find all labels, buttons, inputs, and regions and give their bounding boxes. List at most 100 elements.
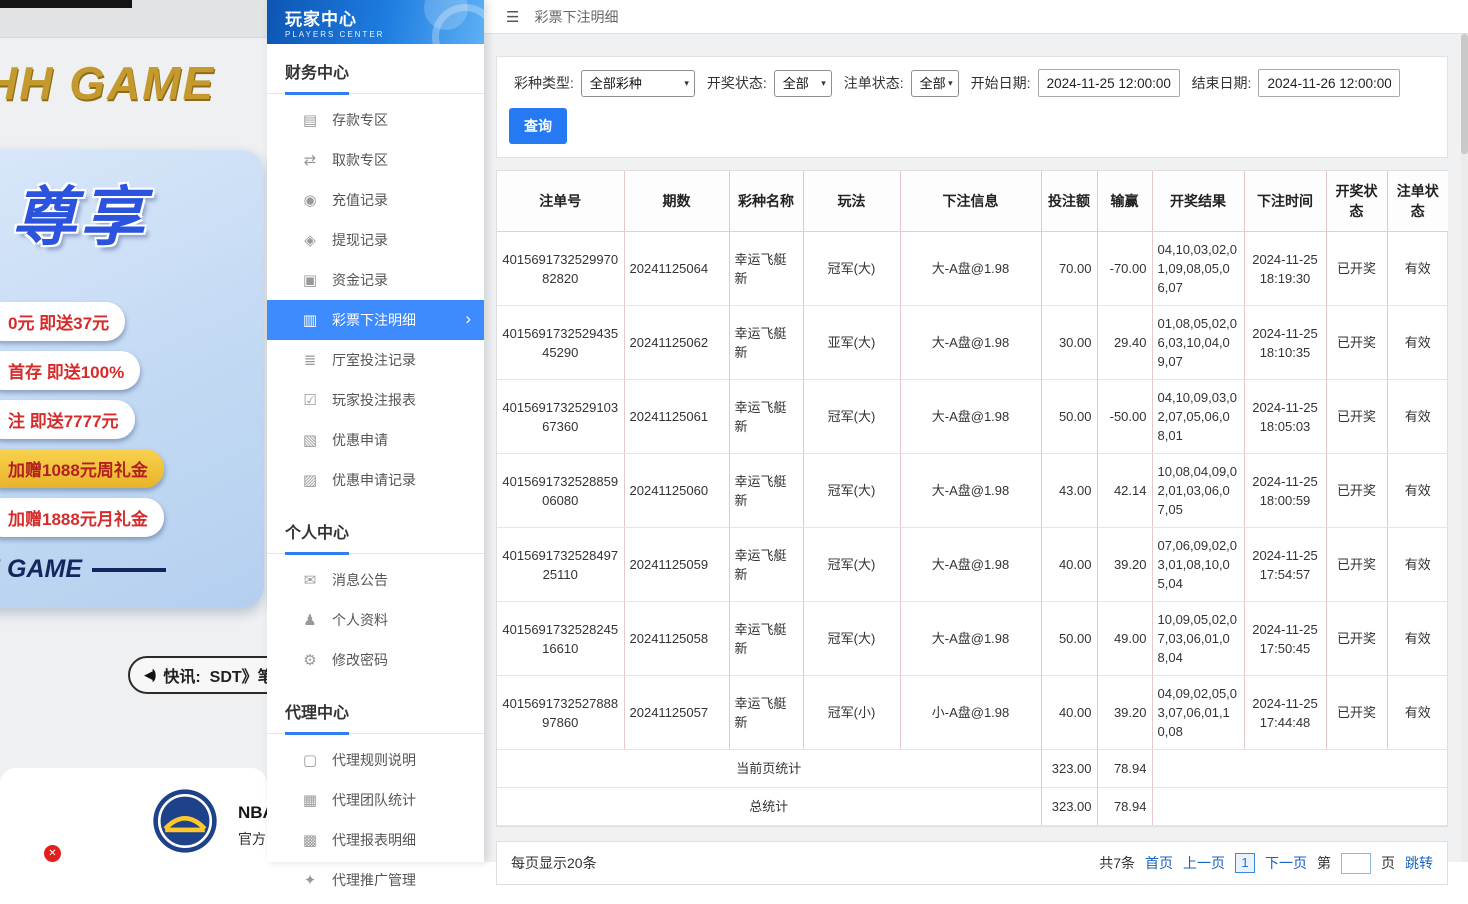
sidebar-item-label: 代理团队统计 [332,790,416,810]
cell-order-status: 有效 [1387,676,1448,750]
sidebar-item-agent-promotion[interactable]: ✦ 代理推广管理 [267,860,484,900]
next-page-link[interactable]: 下一页 [1265,853,1307,873]
cell-period: 20241125059 [624,528,729,602]
col-win-loss: 输赢 [1097,171,1152,232]
sidebar-item-label: 修改密码 [332,650,388,670]
cell-win-loss: 29.40 [1097,306,1152,380]
sidebar-item-fund-records[interactable]: ▣ 资金记录 [267,260,484,300]
total-summary-spacer [1152,788,1448,826]
lottery-type-select[interactable]: 全部彩种 ▾ [581,70,695,97]
sidebar-item-label: 厅室投注记录 [332,350,416,370]
cell-draw-status: 已开奖 [1326,232,1387,306]
sidebar-title: 玩家中心 [285,5,484,30]
jump-link[interactable]: 跳转 [1405,853,1433,873]
document-icon: ▢ [301,751,319,769]
scrollbar-thumb[interactable] [1461,34,1468,154]
sidebar-item-recharge-records[interactable]: ◉ 充值记录 [267,180,484,220]
sidebar-header: 玩家中心 PLAYERS CENTER [267,0,484,44]
promo-badge[interactable]: 0元 即送37元 [0,302,125,341]
col-period: 期数 [624,171,729,232]
cell-period: 20241125061 [624,380,729,454]
sidebar-item-messages[interactable]: ✉ 消息公告 [267,560,484,600]
chevron-down-icon: ▾ [821,71,826,96]
promo-footer-text: H GAME [0,555,82,584]
order-status-select[interactable]: 全部 ▾ [911,70,959,97]
cell-order-no: 401569173252824516610 [497,602,624,676]
news-ticker[interactable]: ◀) 快讯: SDT》笔 [128,656,267,694]
col-order-status: 注单状态 [1387,171,1448,232]
sidebar-item-player-bet-report[interactable]: ☑ 玩家投注报表 [267,380,484,420]
close-icon[interactable]: ✕ [44,845,61,862]
main-topbar: ☰ 彩票下注明细 [484,0,1468,34]
promo-badge[interactable]: 首存 即送100% [0,351,140,390]
cell-win-loss: 39.20 [1097,528,1152,602]
cell-order-status: 有效 [1387,232,1448,306]
cell-draw-status: 已开奖 [1326,528,1387,602]
hamburger-icon[interactable]: ☰ [506,8,519,26]
draw-status-label: 开奖状态: [707,73,767,93]
sidebar-item-agent-report-details[interactable]: ▩ 代理报表明细 [267,820,484,860]
sidebar-item-label: 存款专区 [332,110,388,130]
cell-amount: 70.00 [1041,232,1097,306]
prev-page-link[interactable]: 上一页 [1183,853,1225,873]
cell-bet-time: 2024-11-25 17:44:48 [1244,676,1326,750]
sidebar-subtitle: PLAYERS CENTER [285,30,484,39]
start-date-label: 开始日期: [971,73,1031,93]
cell-bet-info: 大-A盘@1.98 [900,232,1041,306]
cell-win-loss: -70.00 [1097,232,1152,306]
cell-bet-time: 2024-11-25 18:00:59 [1244,454,1326,528]
cell-lottery: 幸运飞艇新 [729,676,803,750]
sidebar-item-promo-apply-records[interactable]: ▨ 优惠申请记录 [267,460,484,500]
sidebar-item-label: 优惠申请 [332,430,388,450]
promo-badge[interactable]: 加赠1888元月礼金 [0,498,164,537]
first-page-link[interactable]: 首页 [1145,853,1173,873]
sidebar-item-bet-details[interactable]: ▥ 彩票下注明细 › [267,300,484,340]
table-row: 401569173252824516610 20241125058 幸运飞艇新 … [497,602,1448,676]
cell-lottery: 幸运飞艇新 [729,602,803,676]
section-agent: 代理中心 [267,684,484,734]
sidebar-item-withdrawal-records[interactable]: ◈ 提现记录 [267,220,484,260]
sidebar-item-deposit[interactable]: ▤ 存款专区 [267,100,484,140]
sidebar-item-agent-rules[interactable]: ▢ 代理规则说明 [267,740,484,780]
gear-icon: ⚙ [301,651,319,669]
withdraw-icon: ⇄ [301,151,319,169]
sidebar-item-profile[interactable]: ♟ 个人资料 [267,600,484,640]
table-row: 401569173252997082820 20241125064 幸运飞艇新 … [497,232,1448,306]
sidebar-item-change-password[interactable]: ⚙ 修改密码 [267,640,484,680]
recharge-icon: ◉ [301,191,319,209]
team-sub: 官方 [238,826,267,852]
sidebar-item-hall-bet-records[interactable]: ≣ 厅室投注记录 [267,340,484,380]
section-finance-title: 财务中心 [285,59,349,95]
promo-badge[interactable]: 注 即送7777元 [0,400,135,439]
scrollbar[interactable] [1461,34,1468,862]
promo-badge[interactable]: 加赠1088元周礼金 [0,449,164,488]
sidebar-item-agent-team-stats[interactable]: ▦ 代理团队统计 [267,780,484,820]
sidebar-item-withdraw[interactable]: ⇄ 取款专区 [267,140,484,180]
promo-footer-line [92,568,166,572]
current-page-indicator[interactable]: 1 [1235,853,1255,873]
cell-order-status: 有效 [1387,602,1448,676]
start-date-input[interactable] [1038,69,1180,97]
withdrawal-records-icon: ◈ [301,231,319,249]
cell-bet-info: 大-A盘@1.98 [900,602,1041,676]
total-count: 共7条 [1099,853,1135,873]
query-button[interactable]: 查询 [509,108,567,144]
sidebar-item-label: 提现记录 [332,230,388,250]
bet-table: 注单号 期数 彩种名称 玩法 下注信息 投注额 输赢 开奖结果 下注时间 开奖状… [497,171,1448,826]
page-jump-input[interactable] [1341,853,1371,874]
cell-bet-info: 大-A盘@1.98 [900,528,1041,602]
col-lottery: 彩种名称 [729,171,803,232]
cell-play: 冠军(大) [803,380,900,454]
page-title: 彩票下注明细 [534,7,618,27]
ticker-label: 快讯: [163,663,200,687]
sidebar-item-promo-apply[interactable]: ▧ 优惠申请 [267,420,484,460]
hall-bet-icon: ≣ [301,351,319,369]
sidebar-item-label: 资金记录 [332,270,388,290]
cell-lottery: 幸运飞艇新 [729,528,803,602]
cell-amount: 40.00 [1041,528,1097,602]
cell-order-no: 401569173252885906080 [497,454,624,528]
cell-bet-time: 2024-11-25 18:05:03 [1244,380,1326,454]
team-logo [152,788,218,854]
end-date-input[interactable] [1258,69,1400,97]
draw-status-select[interactable]: 全部 ▾ [774,70,832,97]
